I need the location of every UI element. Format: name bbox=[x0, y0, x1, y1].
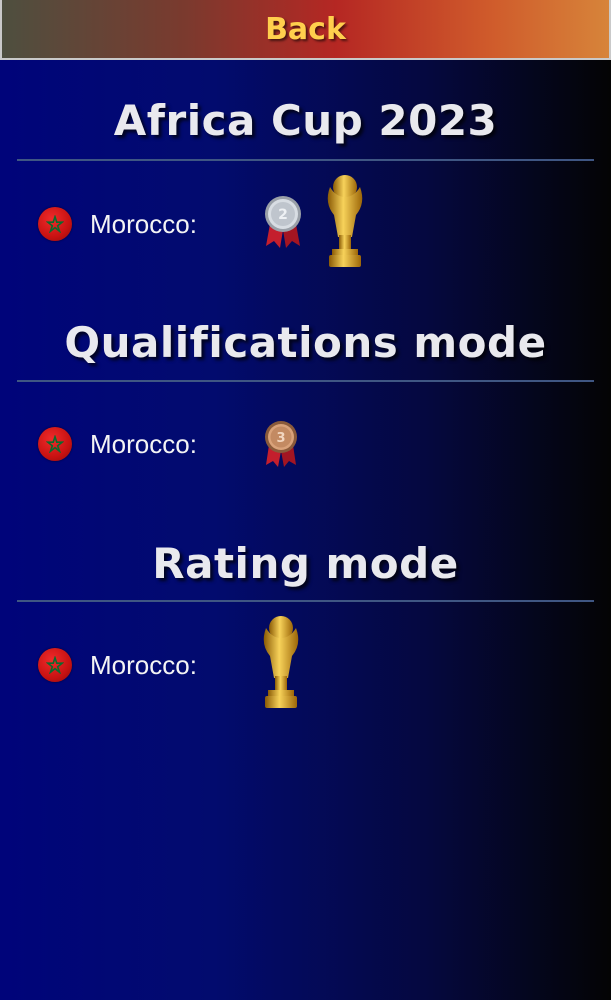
morocco-flag-icon bbox=[38, 207, 72, 241]
list-item: Morocco: bbox=[38, 645, 197, 685]
back-button[interactable]: Back bbox=[0, 0, 611, 60]
gold-trophy-icon bbox=[256, 614, 306, 712]
section-title-qualifications: Qualifications mode bbox=[64, 318, 547, 367]
country-label: Morocco: bbox=[90, 649, 197, 680]
medal-number: 3 bbox=[276, 431, 285, 446]
silver-medal-icon: 2 bbox=[262, 194, 304, 250]
back-button-label: Back bbox=[265, 11, 346, 47]
morocco-flag-icon bbox=[38, 427, 72, 461]
section-title-rating: Rating mode bbox=[152, 539, 459, 588]
medal-number: 2 bbox=[278, 207, 288, 223]
section-divider bbox=[17, 159, 594, 161]
section-divider bbox=[17, 600, 594, 602]
bronze-medal-icon: 3 bbox=[262, 419, 300, 469]
section-title-africa-cup: Africa Cup 2023 bbox=[113, 96, 498, 145]
morocco-flag-icon bbox=[38, 648, 72, 682]
list-item: Morocco: bbox=[38, 424, 197, 464]
list-item: Morocco: bbox=[38, 204, 197, 244]
country-label: Morocco: bbox=[90, 208, 197, 239]
gold-trophy-icon bbox=[320, 173, 370, 271]
section-divider bbox=[17, 380, 594, 382]
country-label: Morocco: bbox=[90, 428, 197, 459]
